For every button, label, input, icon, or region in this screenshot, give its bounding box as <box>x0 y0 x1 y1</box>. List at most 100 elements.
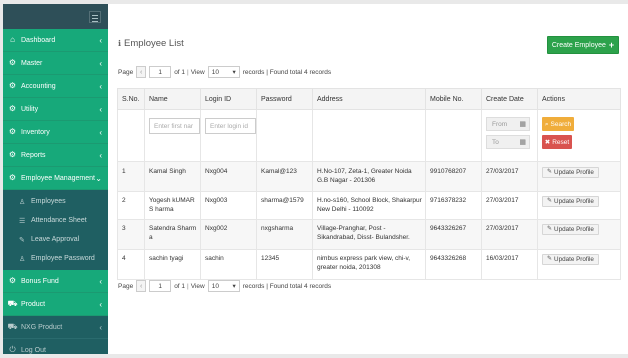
submenu-item-label: Employee Password <box>31 255 95 262</box>
header-address[interactable]: Address <box>312 88 426 110</box>
cell-address: H.No-107, Zeta-1, Greater Noida G.B Naga… <box>312 161 426 192</box>
header-password[interactable]: Password <box>256 88 313 110</box>
cell-sno: 2 <box>117 191 145 220</box>
pager-bottom: Page ‹ 1 of 1 | View 10 ▾ records | Foun… <box>118 279 331 293</box>
sidebar-item-product[interactable]: ⛟ Product ‹ <box>3 293 108 316</box>
from-date-input[interactable]: From ▦ <box>486 117 530 131</box>
submenu-item-label: Employees <box>31 198 66 205</box>
prev-page-button[interactable]: ‹ <box>136 66 147 78</box>
records-text: records | Found total 4 records <box>242 282 332 290</box>
table-row: 2 Yogesh kUMAR S harma Nxg003 sharma@157… <box>117 191 621 220</box>
login-filter-input[interactable]: Enter login id <box>205 118 256 134</box>
cell-login-id: sachin <box>200 249 257 280</box>
calendar-icon[interactable]: ▦ <box>519 138 526 147</box>
caret-down-icon: ▾ <box>232 283 236 290</box>
pencil-icon: ✎ <box>547 169 553 175</box>
separator: | <box>187 68 189 76</box>
chevron-left-icon: ‹ <box>99 59 102 68</box>
sidebar-item-label: Inventory <box>21 128 50 136</box>
employee-submenu: ♙ Employees ☰ Attendance Sheet ✎ Leave A… <box>3 190 108 270</box>
cell-create-date: 27/03/2017 <box>481 219 538 250</box>
update-profile-button[interactable]: ✎ Update Profile <box>542 196 599 207</box>
sidebar-item-accounting[interactable]: ⚙ Accounting ‹ <box>3 75 108 98</box>
to-date-input[interactable]: To ▦ <box>486 135 530 149</box>
calendar-icon[interactable]: ▦ <box>519 120 526 129</box>
pencil-icon: ✎ <box>547 226 553 232</box>
cell-create-date: 16/03/2017 <box>481 249 538 280</box>
view-count-select[interactable]: 10 ▾ <box>207 280 240 292</box>
sidebar-item-utility[interactable]: ⚙ Utility ‹ <box>3 98 108 121</box>
table-header-row: S.No. Name Login ID Password Address Mob… <box>117 88 621 110</box>
view-count-value: 10 <box>211 282 219 290</box>
page-number-input[interactable]: 1 <box>149 280 172 292</box>
submenu-item-label: Attendance Sheet <box>31 217 87 224</box>
page-number-input[interactable]: 1 <box>149 66 172 78</box>
update-profile-button[interactable]: ✎ Update Profile <box>542 254 599 265</box>
cell-mobile: 9716378232 <box>425 191 482 220</box>
submenu-item-attendance-sheet[interactable]: ☰ Attendance Sheet <box>3 211 108 230</box>
sidebar-item-dashboard[interactable]: ⌂ Dashboard ‹ <box>3 29 108 52</box>
cart-icon: ⛟ <box>7 299 18 308</box>
search-button[interactable]: ⌕ Search <box>542 117 574 131</box>
view-count-select[interactable]: 10 ▾ <box>207 66 240 78</box>
submenu-item-employees[interactable]: ♙ Employees <box>3 192 108 211</box>
update-profile-button[interactable]: ✎ Update Profile <box>542 224 599 235</box>
header-login-id[interactable]: Login ID <box>200 88 257 110</box>
cell-password: 12345 <box>256 249 313 280</box>
cell-password: sharma@1579 <box>256 191 313 220</box>
page-title: ℹ Employee List <box>118 38 184 49</box>
update-profile-label: Update Profile <box>554 169 594 176</box>
gear-icon: ⚙ <box>8 173 17 182</box>
sidebar-item-nxg-product[interactable]: ⛟ NXG Product ‹ <box>3 316 108 339</box>
gear-icon: ⚙ <box>8 104 17 113</box>
table-row: 1 Kamal Singh Nxg004 Kamal@123 H.No-107,… <box>117 161 621 192</box>
sidebar: ⌂ Dashboard ‹ ⚙ Master ‹ ⚙ Accounting ‹ … <box>3 4 108 354</box>
cart-icon: ⛟ <box>7 322 18 331</box>
view-label: View <box>190 282 205 290</box>
sidebar-item-label: Accounting <box>21 82 56 90</box>
user-icon: ♙ <box>19 255 26 263</box>
update-profile-button[interactable]: ✎ Update Profile <box>542 167 599 178</box>
info-icon: ℹ <box>118 39 122 48</box>
cell-name: Kamal Singh <box>144 161 201 192</box>
sidebar-item-employee-management[interactable]: ⚙ Employee Management ⌄ <box>3 167 108 190</box>
cell-login-id: Nxg002 <box>200 219 257 250</box>
header-mobile[interactable]: Mobile No. <box>425 88 482 110</box>
chevron-left-icon: ‹ <box>99 151 102 160</box>
sidebar-item-reports[interactable]: ⚙ Reports ‹ <box>3 144 108 167</box>
menu-toggle-icon[interactable] <box>89 11 101 23</box>
sidebar-item-label: Dashboard <box>21 36 56 44</box>
pencil-icon: ✎ <box>547 198 553 204</box>
pager-top: Page ‹ 1 of 1 | View 10 ▾ records | Foun… <box>118 65 331 79</box>
cell-address: nimbus express park view, chi-v, greater… <box>312 249 426 280</box>
sidebar-item-master[interactable]: ⚙ Master ‹ <box>3 52 108 75</box>
cell-sno: 4 <box>117 249 145 280</box>
prev-page-button[interactable]: ‹ <box>136 280 147 292</box>
header-sno[interactable]: S.No. <box>117 88 145 110</box>
cell-password: nxgsharma <box>256 219 313 250</box>
create-employee-button[interactable]: Create Employee + <box>547 36 619 54</box>
cell-create-date: 27/03/2017 <box>481 191 538 220</box>
header-create-date[interactable]: Create Date <box>481 88 538 110</box>
submenu-item-leave-approval[interactable]: ✎ Leave Approval <box>3 230 108 249</box>
cell-sno: 3 <box>117 219 145 250</box>
gear-icon: ⚙ <box>8 58 17 67</box>
cell-mobile: 9910768207 <box>425 161 482 192</box>
sidebar-item-inventory[interactable]: ⚙ Inventory ‹ <box>3 121 108 144</box>
name-filter-input[interactable]: Enter first nar <box>149 118 200 134</box>
chevron-left-icon: ‹ <box>99 277 102 286</box>
chevron-down-icon: ⌄ <box>95 174 102 183</box>
submenu-item-employee-password[interactable]: ♙ Employee Password <box>3 249 108 268</box>
reset-button-label: Reset <box>552 138 570 146</box>
header-name[interactable]: Name <box>144 88 201 110</box>
sidebar-item-bonus-fund[interactable]: ⚙ Bonus Fund ‹ <box>3 270 108 293</box>
gear-icon: ⚙ <box>8 81 17 90</box>
sidebar-item-log-out[interactable]: ⏻ Log Out <box>3 339 108 354</box>
sidebar-item-label: NXG Product <box>21 323 63 331</box>
search-icon: ⌕ <box>544 120 549 128</box>
employee-table: S.No. Name Login ID Password Address Mob… <box>117 88 621 280</box>
chevron-left-icon: ‹ <box>99 323 102 332</box>
reset-button[interactable]: ✖ Reset <box>542 135 572 149</box>
page-label: Page <box>118 282 134 290</box>
chevron-left-icon: ‹ <box>99 82 102 91</box>
